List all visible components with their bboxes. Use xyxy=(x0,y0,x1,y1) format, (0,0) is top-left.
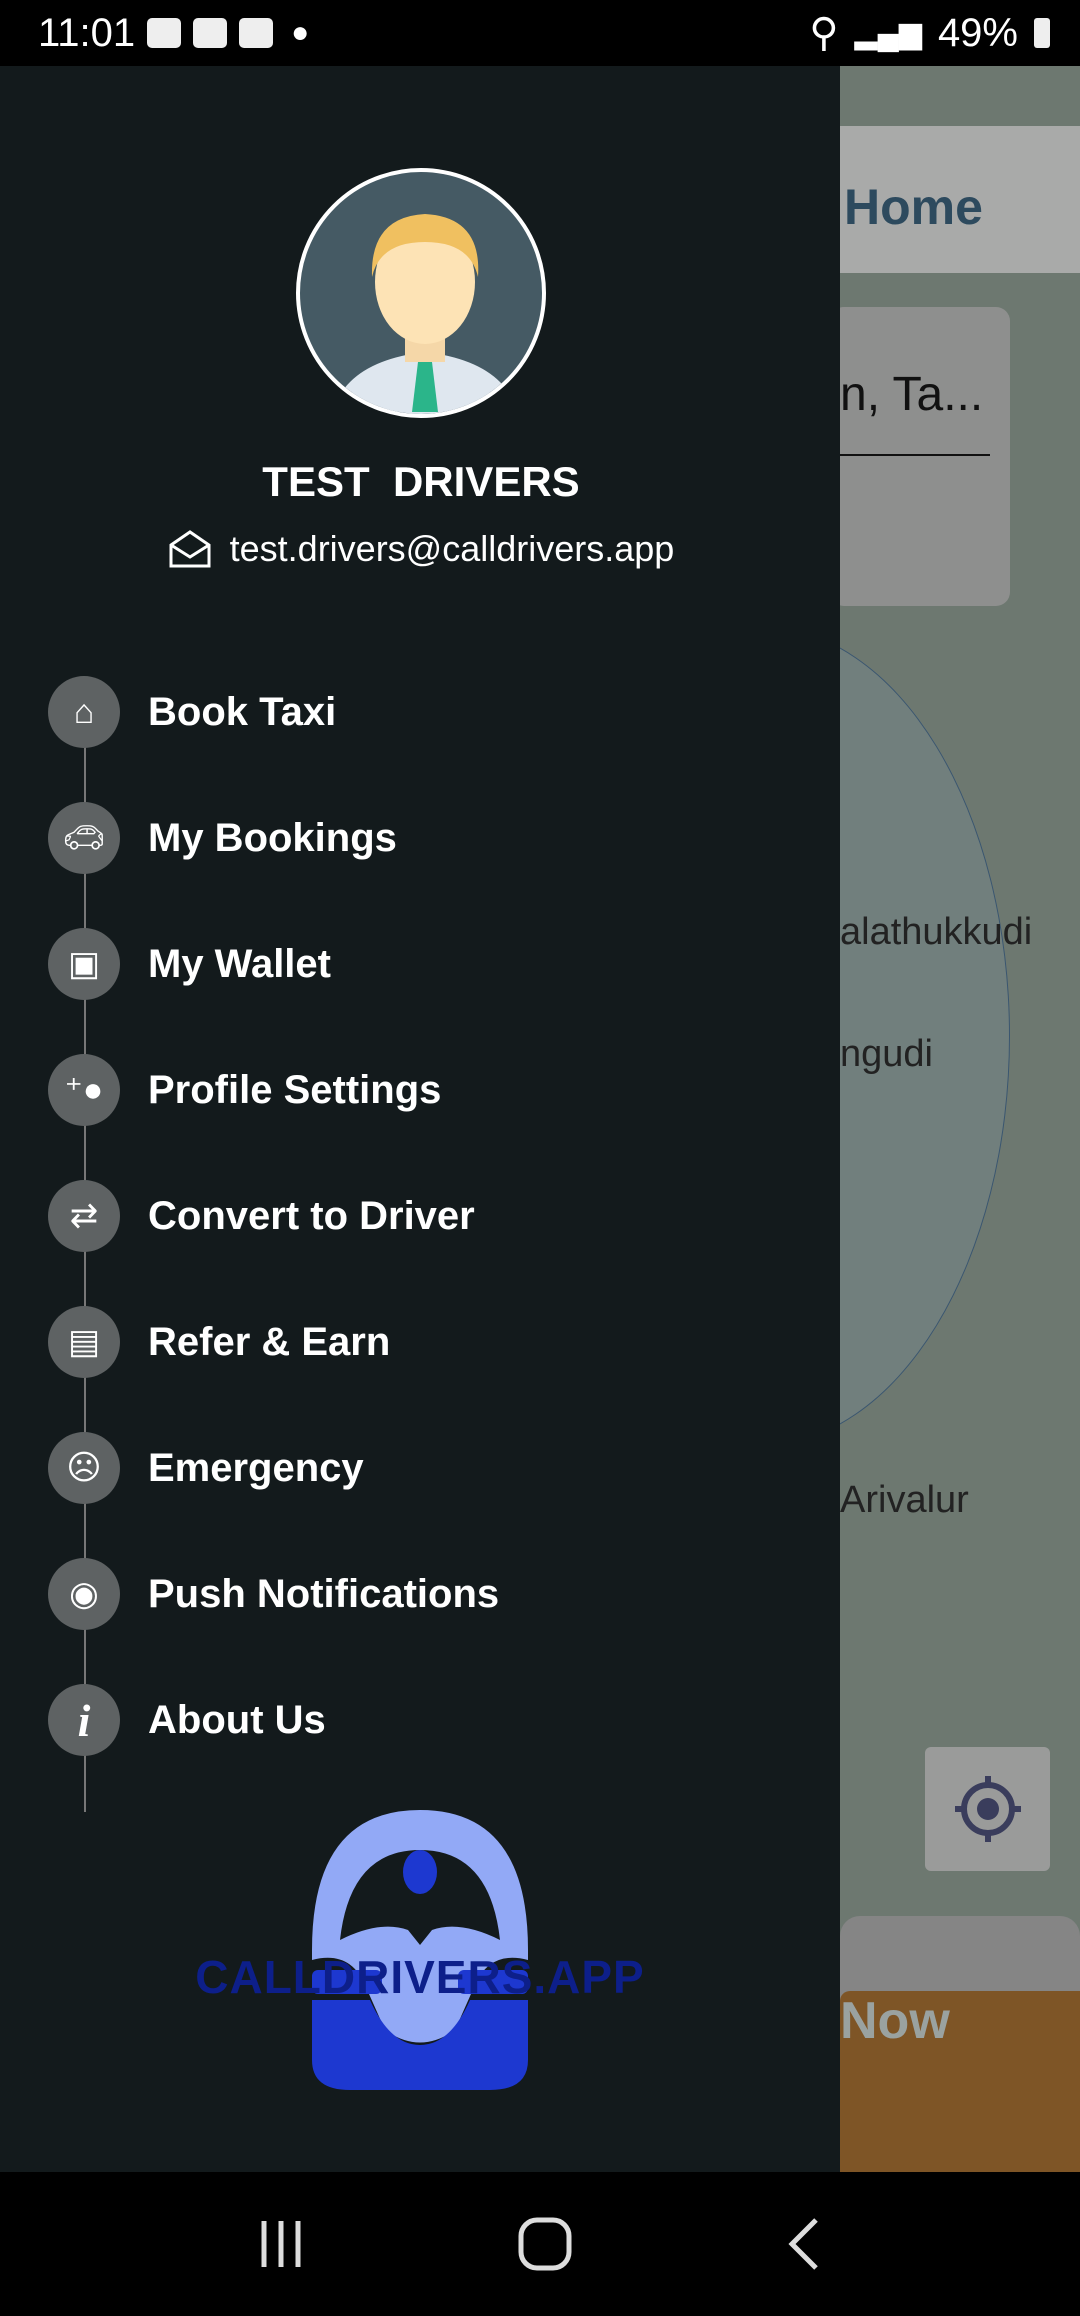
sad-face-icon: ☹ xyxy=(48,1432,120,1504)
navigation-drawer: TEST DRIVERS test.drivers@calldrivers.ap… xyxy=(0,66,840,2172)
menu-item-emergency[interactable]: ☹ Emergency xyxy=(48,1432,748,1504)
crosshair-icon xyxy=(954,1776,1021,1842)
map-background: Home n, Ta... alathukkudi ngudi Arivalur… xyxy=(840,66,1080,2172)
menu-item-label: My Bookings xyxy=(148,815,397,860)
car-icon: 🚗︎ xyxy=(48,802,120,874)
menu-item-label: Emergency xyxy=(148,1445,364,1490)
back-icon[interactable] xyxy=(784,2216,824,2272)
user-plus-icon: ⁺● xyxy=(48,1054,120,1126)
pickup-location[interactable]: n, Ta... xyxy=(840,367,983,422)
menu-item-label: Convert to Driver xyxy=(148,1193,475,1238)
menu-item-label: Refer & Earn xyxy=(148,1319,391,1364)
info-icon: i xyxy=(48,1684,120,1756)
logo-text: CALLDRIVERS.APP xyxy=(195,1951,645,2003)
clock: 11:01 xyxy=(38,10,136,55)
recents-icon[interactable] xyxy=(256,2219,306,2269)
status-bar: 11:01 ● ⚲ ▂▄▆ 49% xyxy=(0,0,1080,66)
battery-icon xyxy=(1034,18,1050,48)
menu-item-profile-settings[interactable]: ⁺● Profile Settings xyxy=(48,1054,748,1126)
menu-item-refer-earn[interactable]: ▤ Refer & Earn xyxy=(48,1306,748,1378)
system-nav-bar xyxy=(0,2172,1080,2316)
avatar[interactable] xyxy=(296,168,546,418)
menu-item-about-us[interactable]: i About Us xyxy=(48,1684,748,1756)
map-label: alathukkudi xyxy=(840,911,1033,953)
user-email-row: test.drivers@calldrivers.app xyxy=(0,528,842,570)
menu-item-label: About Us xyxy=(148,1697,326,1742)
search-card[interactable]: n, Ta... xyxy=(840,307,1010,606)
menu-item-label: Profile Settings xyxy=(148,1067,442,1112)
menu-item-my-wallet[interactable]: ▣ My Wallet xyxy=(48,928,748,1000)
user-email: test.drivers@calldrivers.app xyxy=(229,528,675,569)
home-icon: ⌂ xyxy=(48,676,120,748)
my-location-button[interactable] xyxy=(925,1747,1050,1871)
header-title: Home xyxy=(840,126,1080,273)
youtube-icon xyxy=(147,18,182,48)
linkedin-icon xyxy=(239,18,274,48)
swap-icon: ⇄ xyxy=(48,1180,120,1252)
menu-item-label: My Wallet xyxy=(148,941,331,986)
bell-icon: ◉ xyxy=(48,1558,120,1630)
user-name: TEST DRIVERS xyxy=(262,458,580,505)
map-label: ngudi xyxy=(840,1033,933,1075)
menu-item-label: Book Taxi xyxy=(148,689,337,734)
signal-icon: ▂▄▆ xyxy=(854,16,922,50)
menu-item-push-notifications[interactable]: ◉ Push Notifications xyxy=(48,1558,748,1630)
battery-level: 49% xyxy=(937,10,1018,55)
menu-item-convert-to-driver[interactable]: ⇄ Convert to Driver xyxy=(48,1180,748,1252)
menu-item-book-taxi[interactable]: ⌂ Book Taxi xyxy=(48,676,748,748)
home-nav-icon[interactable] xyxy=(517,2216,573,2272)
gallery-icon xyxy=(193,18,228,48)
book-now-button[interactable]: Now xyxy=(840,1991,1080,2172)
menu-item-my-bookings[interactable]: 🚗︎ My Bookings xyxy=(48,802,748,874)
map-label: Arivalur xyxy=(840,1479,969,1521)
location-icon: ⚲ xyxy=(809,11,839,55)
mail-icon xyxy=(169,530,211,568)
wallet-icon: ▣ xyxy=(48,928,120,1000)
dot-icon: ● xyxy=(291,16,310,49)
menu-rail xyxy=(84,712,86,1812)
money-icon: ▤ xyxy=(48,1306,120,1378)
menu-item-label: Push Notifications xyxy=(148,1571,500,1616)
